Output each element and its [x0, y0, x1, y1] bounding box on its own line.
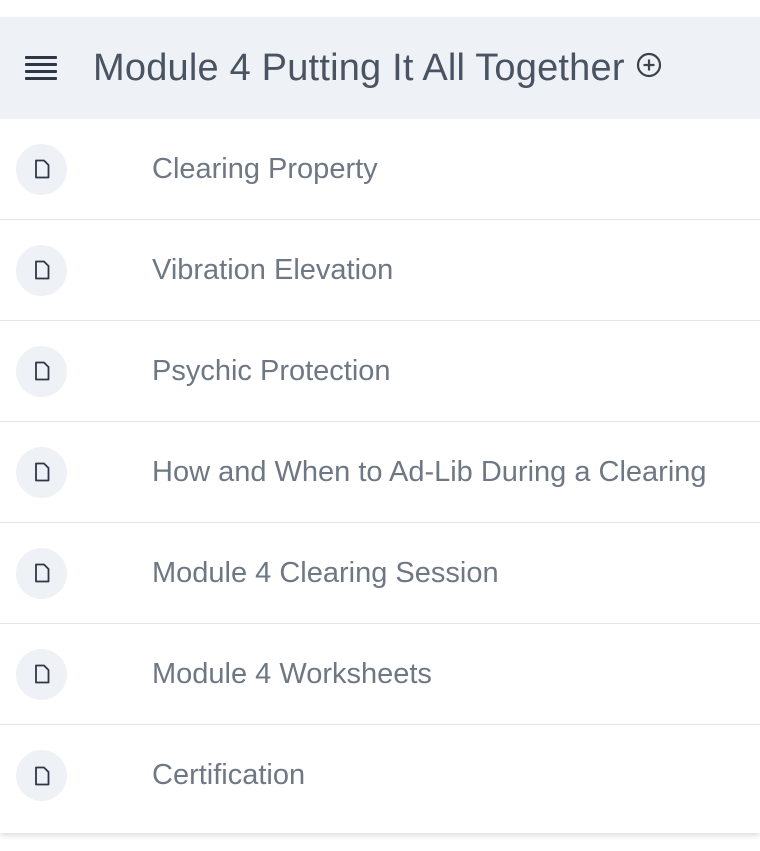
lesson-label: Clearing Property — [152, 152, 378, 185]
module-title: Module 4 Putting It All Together — [93, 46, 625, 89]
lesson-item[interactable]: Clearing Property — [0, 119, 760, 220]
document-icon — [16, 345, 67, 397]
document-icon — [16, 547, 67, 599]
lesson-list: Clearing Property Vibration Elevation Ps… — [0, 119, 760, 826]
lesson-label: Vibration Elevation — [152, 253, 394, 286]
document-icon — [16, 750, 67, 801]
document-icon — [16, 446, 67, 498]
lesson-item[interactable]: Vibration Elevation — [0, 220, 760, 321]
module-panel: Module 4 Putting It All Together Clearin… — [0, 17, 760, 833]
lesson-item[interactable]: Module 4 Worksheets — [0, 624, 760, 725]
lesson-label: Module 4 Clearing Session — [152, 556, 499, 589]
hamburger-menu-icon[interactable] — [25, 56, 57, 80]
lesson-label: Certification — [152, 759, 306, 791]
lesson-item[interactable]: How and When to Ad-Lib During a Clearing — [0, 422, 760, 523]
lesson-label: Psychic Protection — [152, 354, 391, 387]
lesson-item[interactable]: Certification — [0, 725, 760, 826]
lesson-item[interactable]: Module 4 Clearing Session — [0, 523, 760, 624]
lesson-item[interactable]: Psychic Protection — [0, 321, 760, 422]
lesson-label: How and When to Ad-Lib During a Clearing — [152, 455, 707, 488]
document-icon — [16, 648, 67, 700]
document-icon — [16, 244, 67, 296]
plus-circle-icon[interactable] — [635, 51, 663, 79]
document-icon — [16, 143, 67, 195]
module-header: Module 4 Putting It All Together — [0, 17, 760, 119]
lesson-label: Module 4 Worksheets — [152, 657, 432, 690]
